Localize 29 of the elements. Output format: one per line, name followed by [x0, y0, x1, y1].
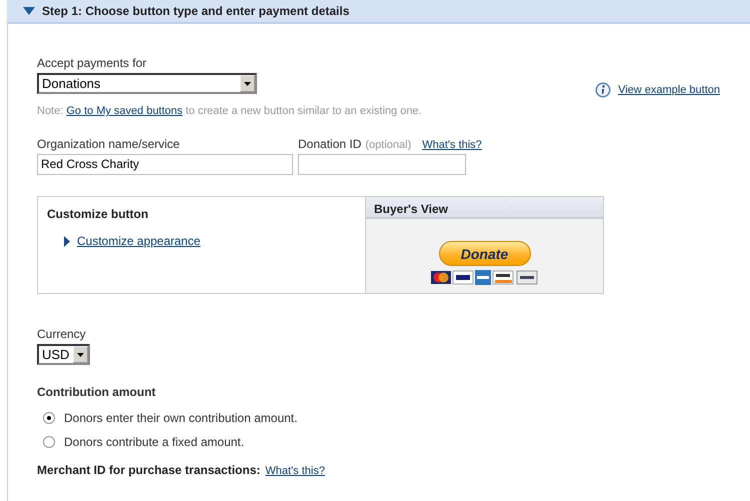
help-link[interactable]: What's this? — [265, 465, 325, 477]
saved-buttons-link[interactable]: Go to My saved buttons — [66, 105, 183, 117]
radio-label: Donors contribute a fixed amount. — [64, 435, 244, 449]
donate-button[interactable]: Donate — [438, 241, 530, 266]
section-subtitle: Merchant ID for purchase transactions: — [37, 463, 260, 477]
view-example-link[interactable]: View example button — [618, 84, 720, 96]
note-text: Note: Go to My saved buttons to create a new button similar to an existing one. — [37, 105, 423, 117]
section-subtitle: Contribution amount — [37, 385, 157, 399]
radio-button[interactable] — [43, 412, 55, 424]
optional-hint: (optional) — [365, 139, 412, 151]
field-label: Currency — [37, 327, 87, 341]
field-label: Donation ID — [298, 137, 362, 151]
payment-type-dropdown[interactable]: Donations — [37, 73, 257, 94]
field-label: Accept payments for — [37, 56, 148, 70]
help-link[interactable]: What's this? — [422, 139, 482, 151]
radio-label: Donors enter their own contribution amount. — [64, 411, 298, 425]
section-header[interactable]: Step 1: Choose button type and enter payment details — [7, 0, 750, 24]
radio-button[interactable] — [43, 436, 55, 448]
currency-dropdown[interactable]: USD — [37, 344, 90, 365]
customize-appearance-link[interactable]: Customize appearance — [77, 234, 200, 248]
panel-title: Customize button — [47, 207, 150, 221]
donation-id-input[interactable] — [298, 154, 466, 175]
organization-input[interactable]: Red Cross Charity — [37, 154, 293, 175]
payment-cards-icon — [430, 270, 538, 285]
field-label: Organization name/service — [37, 137, 181, 151]
expand-arrow-icon — [64, 236, 70, 246]
section-title: Step 1: Choose button type and enter payment details — [42, 4, 350, 18]
info-icon — [595, 82, 612, 98]
panel-header: Buyer's View — [366, 197, 603, 219]
